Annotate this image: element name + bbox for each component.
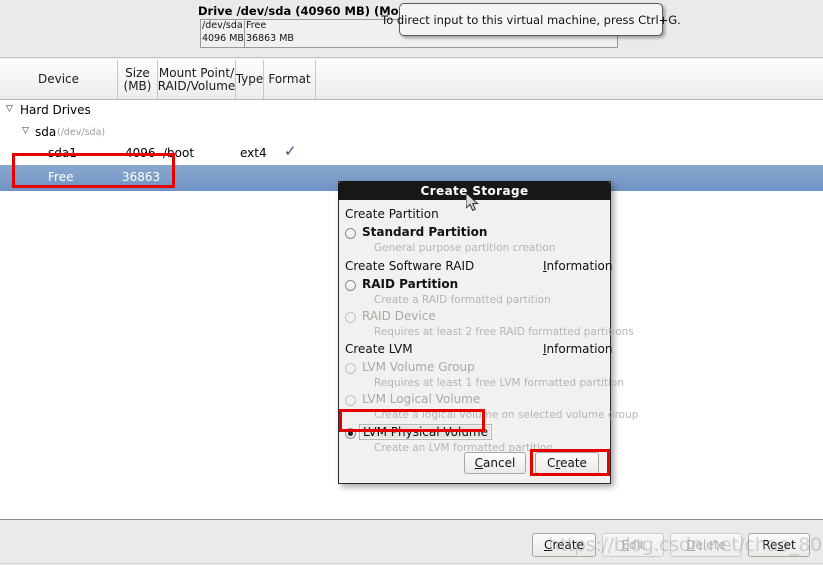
radio-icon[interactable] xyxy=(345,228,356,239)
column-header-filler xyxy=(316,60,823,99)
create-button[interactable]: Create xyxy=(532,533,596,557)
expander-triangle-icon[interactable]: ▽ xyxy=(22,126,29,136)
reset-button[interactable]: Reset xyxy=(748,533,810,557)
radio-lvm-volume-group-label: LVM Volume Group xyxy=(362,360,475,374)
delete-rest: elete xyxy=(695,538,726,552)
radio-standard-partition-label: Standard Partition xyxy=(362,225,488,239)
delete-button[interactable]: Delete xyxy=(670,533,742,557)
annotation-box-dialog-create xyxy=(530,449,610,476)
radio-raid-partition[interactable]: RAID Partition xyxy=(339,277,610,294)
radio-standard-partition[interactable]: Standard Partition xyxy=(339,225,610,242)
row-type-sda1: ext4 xyxy=(240,146,267,160)
dialog-cancel-label: Cancel xyxy=(475,456,516,470)
installer-screen: Drive /dev/sda (40960 MB) (Model: /dev/s… xyxy=(0,0,823,565)
column-header-device[interactable]: Device xyxy=(0,60,118,99)
information-link-lvm[interactable]: Information xyxy=(543,342,612,356)
table-row[interactable]: ▽ sda (/dev/sda) xyxy=(0,124,823,141)
radio-icon[interactable] xyxy=(345,280,356,291)
column-header-mountpoint-label: Mount Point/ RAID/Volume xyxy=(157,65,236,93)
radio-raid-partition-desc: Create a RAID formatted partition xyxy=(374,294,551,306)
vm-input-tooltip: To direct input to this virtual machine,… xyxy=(381,3,681,36)
group-title-create-lvm: Create LVM xyxy=(345,342,413,356)
delete-mnemonic: D xyxy=(686,538,696,552)
edit-button[interactable]: Edit xyxy=(602,533,664,557)
column-header-type-label: Type xyxy=(235,72,264,86)
create-rest: reate xyxy=(552,538,584,552)
delete-button-label: Delete xyxy=(686,538,725,552)
drive-segment-sda1[interactable]: /dev/sda 4096 MB xyxy=(201,20,245,47)
column-header-format-label: Format xyxy=(268,72,311,86)
radio-standard-partition-desc: General purpose partition creation xyxy=(374,242,556,254)
radio-icon xyxy=(345,312,356,323)
column-header-mountpoint[interactable]: Mount Point/ RAID/Volume xyxy=(158,60,236,99)
column-header-size-line1: Size xyxy=(125,65,150,80)
drive-segment-sda1-name: /dev/sda xyxy=(202,20,243,31)
radio-icon xyxy=(345,395,356,406)
radio-raid-device-desc: Requires at least 2 free RAID formatted … xyxy=(374,326,634,338)
cancel-rest: ancel xyxy=(483,456,516,470)
column-header-size[interactable]: Size (MB) xyxy=(118,60,158,99)
drive-segment-sda1-size: 4096 MB xyxy=(202,32,244,44)
group-title-create-partition: Create Partition xyxy=(345,207,439,221)
dialog-cancel-button[interactable]: Cancel xyxy=(464,452,526,474)
annotation-box-free-row xyxy=(12,153,175,188)
column-header-mount-line2: RAID/Volume xyxy=(157,78,236,93)
top-panel-divider xyxy=(0,57,823,58)
table-header-row: Device Size (MB) Mount Point/ RAID/Volum… xyxy=(0,60,823,100)
reset-pre: Re xyxy=(762,538,778,552)
information-raid-rest: nformation xyxy=(546,259,613,273)
expander-triangle-icon[interactable]: ▽ xyxy=(6,104,13,114)
column-header-size-line2: (MB) xyxy=(123,78,152,93)
row-device-sda: sda xyxy=(35,125,57,139)
radio-lvm-logical-volume-label: LVM Logical Volume xyxy=(362,392,481,406)
column-header-format[interactable]: Format xyxy=(264,60,316,99)
table-row[interactable]: ▽ Hard Drives xyxy=(0,102,823,119)
column-header-mount-line1: Mount Point/ xyxy=(158,65,235,80)
edit-mnemonic: E xyxy=(621,538,629,552)
radio-raid-device-label: RAID Device xyxy=(362,309,436,323)
reset-rest: et xyxy=(783,538,796,552)
cancel-mnemonic: C xyxy=(474,456,484,470)
check-icon: ✓ xyxy=(284,142,297,160)
radio-raid-device[interactable]: RAID Device xyxy=(339,309,610,326)
edit-rest: dit xyxy=(628,538,645,552)
bottom-toolbar-line xyxy=(0,563,823,564)
radio-raid-partition-label: RAID Partition xyxy=(362,277,459,291)
radio-lvm-volume-group-desc: Requires at least 1 free LVM formatted p… xyxy=(374,377,625,389)
annotation-box-lvm-physical-volume xyxy=(339,409,485,432)
row-device-hard-drives: Hard Drives xyxy=(20,103,91,117)
edit-button-label: Edit xyxy=(621,538,644,552)
radio-lvm-volume-group[interactable]: LVM Volume Group xyxy=(339,360,610,377)
mouse-cursor-icon xyxy=(466,193,479,212)
vm-input-tooltip-text: To direct input to this virtual machine,… xyxy=(381,12,681,27)
radio-lvm-physical-volume-desc: Create an LVM formatted partition xyxy=(374,442,554,454)
create-storage-dialog: Create Storage Create Partition Standard… xyxy=(338,181,638,484)
information-lvm-rest: nformation xyxy=(546,342,613,356)
radio-lvm-logical-volume[interactable]: LVM Logical Volume xyxy=(339,392,610,409)
row-device-sda-path: (/dev/sda) xyxy=(57,127,106,138)
create-button-label: Create xyxy=(544,538,584,552)
column-header-device-label: Device xyxy=(37,72,80,86)
column-header-size-label: Size (MB) xyxy=(123,65,152,93)
group-title-software-raid: Create Software RAID xyxy=(345,259,475,273)
reset-button-label: Reset xyxy=(762,538,796,552)
information-link-raid[interactable]: Information xyxy=(543,259,612,273)
column-header-type[interactable]: Type xyxy=(236,60,264,99)
radio-icon xyxy=(345,363,356,374)
